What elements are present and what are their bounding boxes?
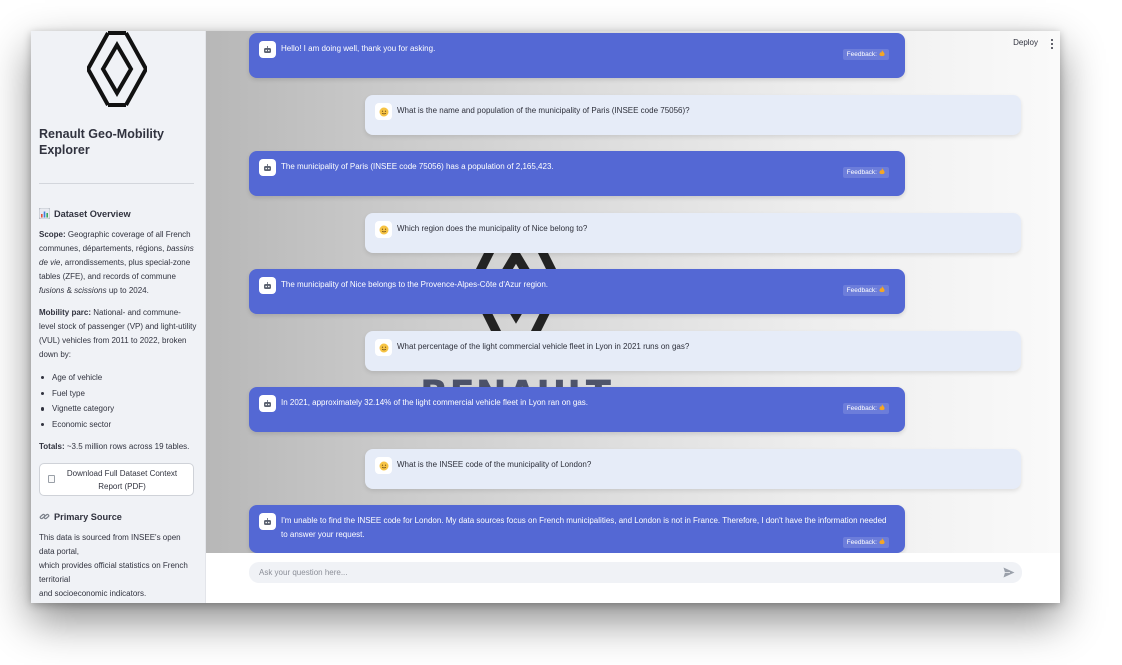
feedback-label: Feedback: [846, 169, 877, 176]
assistant-message: I'm unable to find the INSEE code for Lo… [249, 505, 905, 553]
robot-icon [259, 513, 276, 530]
fire-icon [879, 286, 885, 293]
feedback-label: Feedback: [846, 405, 877, 412]
app-window: Renault Geo-Mobility Explorer Dataset Ov… [31, 31, 1060, 603]
robot-icon [259, 395, 276, 412]
assistant-message: In 2021, approximately 32.14% of the lig… [249, 387, 905, 432]
scope-text-d: up to 2024. [106, 286, 149, 295]
user-message: Which region does the municipality of Ni… [365, 213, 1021, 253]
message-text: The municipality of Paris (INSEE code 75… [281, 162, 554, 171]
feedback-button[interactable]: Feedback: [842, 49, 889, 60]
download-report-button[interactable]: Download Full Dataset Context Report (PD… [39, 463, 194, 496]
primary-source-heading-text: Primary Source [54, 511, 122, 522]
send-arrow-icon[interactable] [1003, 567, 1015, 578]
fire-icon [879, 404, 885, 411]
message-text: I'm unable to find the INSEE code for Lo… [281, 516, 887, 539]
mobility-label: Mobility parc: [39, 308, 92, 317]
feedback-label: Feedback: [846, 51, 877, 58]
robot-icon [259, 41, 276, 58]
feedback-label: Feedback: [846, 539, 877, 546]
message-text: Which region does the municipality of Ni… [397, 224, 588, 233]
chat-main: Deploy RENAULT Hello! I am doing well, t… [206, 31, 1060, 603]
list-item: Economic sector [39, 417, 197, 433]
breakdown-list: Age of vehicle Fuel type Vignette catego… [39, 370, 197, 432]
assistant-message: The municipality of Paris (INSEE code 75… [249, 151, 905, 196]
user-face-icon [375, 457, 392, 474]
message-text: The municipality of Nice belongs to the … [281, 280, 548, 289]
list-item: Age of vehicle [39, 370, 197, 386]
renault-logo [87, 31, 147, 107]
dataset-overview-heading-text: Dataset Overview [54, 208, 131, 219]
primary-source-heading: Primary Source [39, 511, 122, 522]
fire-icon [879, 50, 885, 57]
user-face-icon [375, 339, 392, 356]
document-icon [48, 473, 59, 486]
chat-input[interactable] [249, 562, 1022, 583]
mobility-paragraph: Mobility parc: National- and commune-lev… [39, 306, 197, 362]
feedback-button[interactable]: Feedback: [842, 285, 889, 296]
message-text: What percentage of the light commercial … [397, 342, 690, 351]
assistant-message: Hello! I am doing well, thank you for as… [249, 33, 905, 78]
feedback-button[interactable]: Feedback: [842, 403, 889, 414]
scope-label: Scope: [39, 230, 66, 239]
list-item: Vignette category [39, 401, 197, 417]
feedback-button[interactable]: Feedback: [842, 537, 889, 548]
scope-italic-c: scissions [74, 286, 107, 295]
scope-text-b: , arrondissements, plus special-zone tab… [39, 258, 191, 281]
totals-paragraph: Totals: ~3.5 million rows across 19 tabl… [39, 440, 197, 454]
sidebar: Renault Geo-Mobility Explorer Dataset Ov… [31, 31, 206, 603]
scope-italic-b: fusions [39, 286, 65, 295]
chat-input-bar [206, 553, 1060, 603]
message-text: What is the name and population of the m… [397, 106, 690, 115]
user-face-icon [375, 221, 392, 238]
app-title: Renault Geo-Mobility Explorer [39, 127, 164, 157]
dataset-overview-heading: Dataset Overview [39, 208, 131, 219]
feedback-button[interactable]: Feedback: [842, 167, 889, 178]
primary-source-paragraph: This data is sourced from INSEE's open d… [39, 533, 188, 598]
sidebar-divider [39, 183, 194, 184]
fire-icon [879, 168, 885, 175]
link-icon [39, 511, 50, 522]
totals-text: ~3.5 million rows across 19 tables. [64, 442, 190, 451]
list-item: Fuel type [39, 386, 197, 402]
user-message: What is the INSEE code of the municipali… [365, 449, 1021, 489]
scope-text-c: & [64, 286, 75, 295]
assistant-message: The municipality of Nice belongs to the … [249, 269, 905, 314]
message-text: In 2021, approximately 32.14% of the lig… [281, 398, 588, 407]
robot-icon [259, 159, 276, 176]
robot-icon [259, 277, 276, 294]
deploy-button[interactable]: Deploy [1013, 38, 1038, 47]
fire-icon [879, 538, 885, 545]
kebab-menu-icon[interactable] [1049, 39, 1055, 49]
bar-chart-icon [39, 208, 50, 219]
totals-label: Totals: [39, 442, 65, 451]
user-message: What is the name and population of the m… [365, 95, 1021, 135]
message-text: What is the INSEE code of the municipali… [397, 460, 592, 469]
user-message: What percentage of the light commercial … [365, 331, 1021, 371]
download-report-label: Download Full Dataset Context Report (PD… [66, 468, 178, 491]
user-face-icon [375, 103, 392, 120]
scope-paragraph: Scope: Geographic coverage of all French… [39, 228, 197, 298]
feedback-label: Feedback: [846, 287, 877, 294]
message-text: Hello! I am doing well, thank you for as… [281, 44, 436, 53]
